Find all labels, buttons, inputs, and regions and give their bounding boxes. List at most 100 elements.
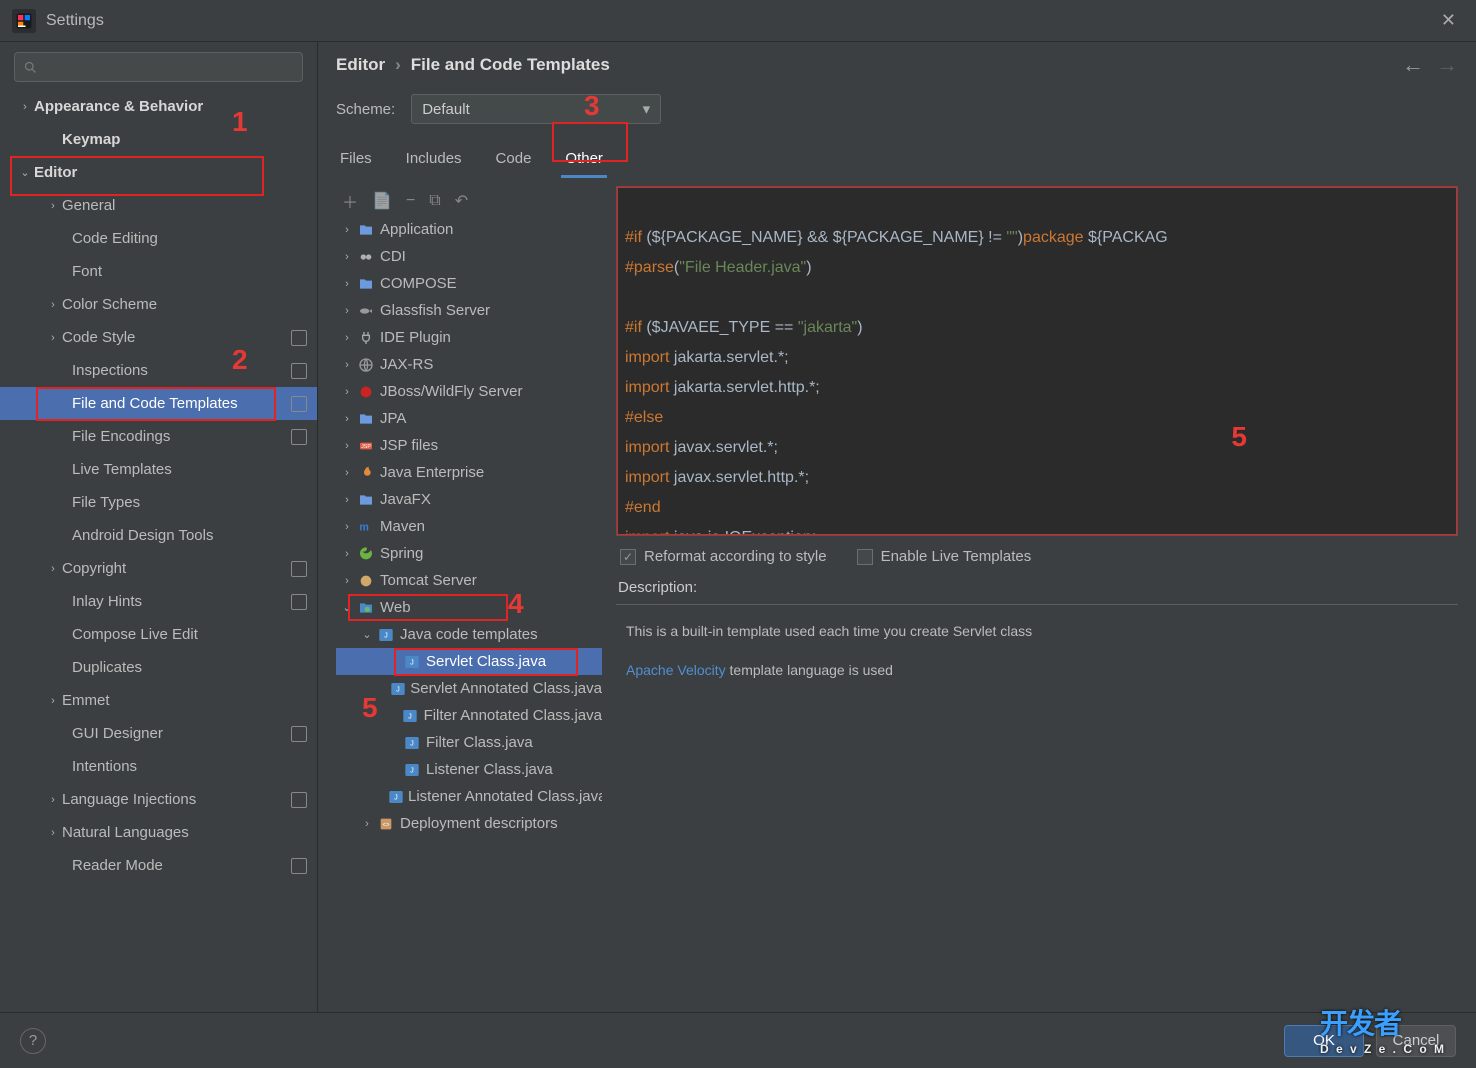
- nav-item-inlay-hints[interactable]: Inlay Hints: [0, 585, 317, 618]
- svg-text:m: m: [359, 521, 368, 533]
- template-editor[interactable]: #if (${PACKAGE_NAME} && ${PACKAGE_NAME} …: [616, 186, 1458, 536]
- nav-item-appearance-behavior[interactable]: ›Appearance & Behavior: [0, 90, 317, 123]
- settings-window: Settings ✕ 1 2 ›Appearance & BehaviorKey…: [0, 0, 1476, 1068]
- nav-item-color-scheme[interactable]: ›Color Scheme: [0, 288, 317, 321]
- revert-icon[interactable]: ↶: [455, 191, 468, 211]
- copy-icon[interactable]: ⧉: [429, 192, 440, 210]
- scheme-select[interactable]: Default: [411, 94, 661, 124]
- nav-item-live-templates[interactable]: Live Templates: [0, 453, 317, 486]
- flame-icon: [356, 463, 376, 483]
- breadcrumb: Editor › File and Code Templates ← →: [318, 42, 1476, 80]
- template-tree[interactable]: 4 5 ›Application›CDI›COMPOSE›Glassfish S…: [336, 216, 602, 1004]
- tpl-item-compose[interactable]: ›COMPOSE: [336, 270, 602, 297]
- tpl-item-deployment-descriptors[interactable]: ›<>Deployment descriptors: [336, 810, 602, 837]
- help-icon[interactable]: ?: [20, 1028, 46, 1054]
- description-box: This is a built-in template used each ti…: [616, 604, 1458, 697]
- tpl-item-servlet-annotated-class-java[interactable]: JServlet Annotated Class.java: [336, 675, 602, 702]
- tab-files[interactable]: Files: [336, 144, 376, 178]
- enable-live-templates-checkbox[interactable]: Enable Live Templates: [857, 548, 1032, 565]
- back-icon[interactable]: ←: [1402, 52, 1424, 78]
- tpl-item-servlet-class-java[interactable]: JServlet Class.java: [336, 648, 602, 675]
- template-panel: ＋ 📄 − ⧉ ↶ 4 5 ›Application›CDI›COMPOSE›G…: [336, 186, 602, 1004]
- nav-item-emmet[interactable]: ›Emmet: [0, 684, 317, 717]
- folder-icon: [356, 490, 376, 510]
- globe-icon: [356, 355, 376, 375]
- nav-item-natural-languages[interactable]: ›Natural Languages: [0, 816, 317, 849]
- tpl-item-java-enterprise[interactable]: ›Java Enterprise: [336, 459, 602, 486]
- nav-item-font[interactable]: Font: [0, 255, 317, 288]
- project-badge-icon: [291, 363, 307, 379]
- nav-item-intentions[interactable]: Intentions: [0, 750, 317, 783]
- project-badge-icon: [291, 858, 307, 874]
- tpl-item-jsp-files[interactable]: ›JSPJSP files: [336, 432, 602, 459]
- nav-item-editor[interactable]: ⌄Editor: [0, 156, 317, 189]
- project-badge-icon: [291, 726, 307, 742]
- maven-icon: m: [356, 517, 376, 537]
- project-badge-icon: [291, 561, 307, 577]
- nav-item-inspections[interactable]: Inspections: [0, 354, 317, 387]
- tpl-item-listener-annotated-class-java[interactable]: JListener Annotated Class.java: [336, 783, 602, 810]
- nav-item-keymap[interactable]: Keymap: [0, 123, 317, 156]
- java-icon: J: [402, 733, 422, 753]
- tpl-item-maven[interactable]: ›mMaven: [336, 513, 602, 540]
- tpl-item-tomcat-server[interactable]: ›Tomcat Server: [336, 567, 602, 594]
- forward-icon[interactable]: →: [1436, 52, 1458, 78]
- tpl-item-spring[interactable]: ›Spring: [336, 540, 602, 567]
- nav-item-file-and-code-templates[interactable]: File and Code Templates: [0, 387, 317, 420]
- tpl-item-jax-rs[interactable]: ›JAX-RS: [336, 351, 602, 378]
- tpl-item-filter-class-java[interactable]: JFilter Class.java: [336, 729, 602, 756]
- project-badge-icon: [291, 792, 307, 808]
- nav-item-code-style[interactable]: ›Code Style: [0, 321, 317, 354]
- nav-item-copyright[interactable]: ›Copyright: [0, 552, 317, 585]
- nav-item-language-injections[interactable]: ›Language Injections: [0, 783, 317, 816]
- footer: ? OK Cancel: [0, 1012, 1476, 1068]
- nav-item-android-design-tools[interactable]: Android Design Tools: [0, 519, 317, 552]
- plug-icon: [356, 328, 376, 348]
- tab-other[interactable]: Other: [561, 144, 607, 178]
- chevron-right-icon: ›: [395, 55, 401, 75]
- breadcrumb-b: File and Code Templates: [411, 55, 610, 75]
- template-icon: 📄: [372, 191, 392, 211]
- java-icon: J: [402, 760, 422, 780]
- tpl-item-filter-annotated-class-java[interactable]: JFilter Annotated Class.java: [336, 702, 602, 729]
- tpl-item-java-code-templates[interactable]: ⌄JJava code templates: [336, 621, 602, 648]
- nav-item-file-types[interactable]: File Types: [0, 486, 317, 519]
- java-icon: J: [402, 652, 422, 672]
- main-panel: Editor › File and Code Templates ← → Sch…: [318, 42, 1476, 1012]
- nav-item-code-editing[interactable]: Code Editing: [0, 222, 317, 255]
- search-input[interactable]: [14, 52, 303, 82]
- add-icon[interactable]: ＋: [342, 189, 358, 213]
- nav-item-compose-live-edit[interactable]: Compose Live Edit: [0, 618, 317, 651]
- reformat-checkbox[interactable]: ✓Reformat according to style: [620, 548, 827, 565]
- java-icon: J: [401, 706, 420, 726]
- svg-text:J: J: [410, 765, 414, 774]
- window-title: Settings: [46, 12, 104, 30]
- tpl-item-application[interactable]: ›Application: [336, 216, 602, 243]
- settings-tree[interactable]: 1 2 ›Appearance & BehaviorKeymap⌄Editor›…: [0, 90, 317, 1012]
- nav-item-gui-designer[interactable]: GUI Designer: [0, 717, 317, 750]
- folder-icon: [356, 220, 376, 240]
- tpl-item-web[interactable]: ⌄Web: [336, 594, 602, 621]
- java-icon: J: [388, 787, 404, 807]
- close-icon[interactable]: ✕: [1433, 6, 1464, 35]
- apache-velocity-link[interactable]: Apache Velocity: [626, 662, 726, 678]
- tab-code[interactable]: Code: [492, 144, 536, 178]
- svg-text:J: J: [410, 657, 414, 666]
- tab-includes[interactable]: Includes: [402, 144, 466, 178]
- project-badge-icon: [291, 330, 307, 346]
- description-label: Description:: [618, 579, 1458, 596]
- tpl-item-javafx[interactable]: ›JavaFX: [336, 486, 602, 513]
- tpl-item-glassfish-server[interactable]: ›Glassfish Server: [336, 297, 602, 324]
- tpl-item-cdi[interactable]: ›CDI: [336, 243, 602, 270]
- tpl-item-ide-plugin[interactable]: ›IDE Plugin: [336, 324, 602, 351]
- tpl-item-jboss-wildfly-server[interactable]: ›JBoss/WildFly Server: [336, 378, 602, 405]
- tpl-item-listener-class-java[interactable]: JListener Class.java: [336, 756, 602, 783]
- remove-icon[interactable]: −: [406, 192, 415, 210]
- nav-item-general[interactable]: ›General: [0, 189, 317, 222]
- nav-item-file-encodings[interactable]: File Encodings: [0, 420, 317, 453]
- nav-item-reader-mode[interactable]: Reader Mode: [0, 849, 317, 882]
- project-badge-icon: [291, 429, 307, 445]
- tpl-item-jpa[interactable]: ›JPA: [336, 405, 602, 432]
- nav-item-duplicates[interactable]: Duplicates: [0, 651, 317, 684]
- tomcat-icon: [356, 571, 376, 591]
